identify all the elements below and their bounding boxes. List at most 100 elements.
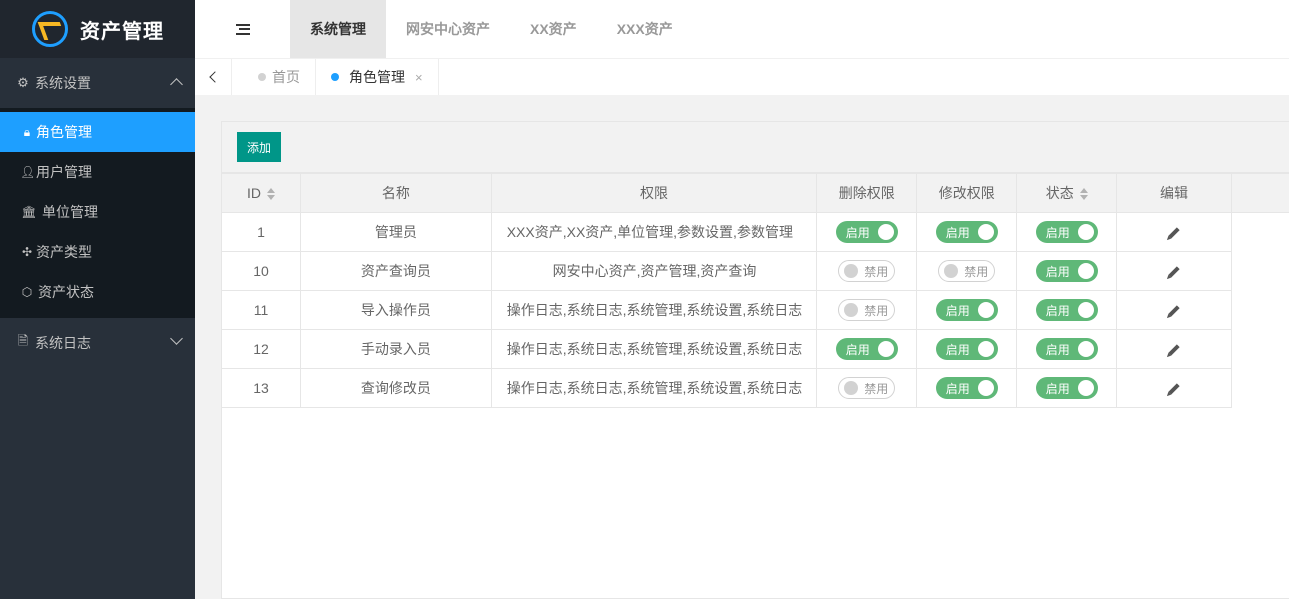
- status-toggle[interactable]: 启用: [1035, 221, 1098, 243]
- chevron-down-icon: [170, 332, 183, 345]
- mod-toggle[interactable]: 启用: [935, 299, 998, 321]
- user-icon: 👤︎: [20, 165, 36, 179]
- table-header-row: ID 名称 权限 删除权限 修改权限 状态 编辑: [222, 173, 1289, 213]
- top-header: 系统管理 网安中心资产 XX资产 XXX资产: [195, 0, 1289, 58]
- cell-name: 管理员: [300, 212, 492, 252]
- role-table-body: 1 管理员 XXX资产,XX资产,单位管理,参数设置,参数管理 启用 启用 启用 1…: [222, 212, 1289, 408]
- mod-toggle[interactable]: 禁用: [938, 260, 996, 282]
- top-tab-network-security-assets[interactable]: 网安中心资产: [386, 0, 510, 58]
- toggle-knob: [877, 341, 894, 357]
- cell-permissions: 网安中心资产,资产管理,资产查询: [490, 251, 818, 291]
- cell-edit: [1116, 290, 1232, 330]
- sidebar-item-asset-type[interactable]: ✣ 资产类型: [0, 232, 195, 272]
- edit-pencil-icon[interactable]: [1168, 227, 1180, 239]
- edit-pencil-icon[interactable]: [1168, 305, 1180, 317]
- edit-pencil-icon[interactable]: [1168, 344, 1180, 356]
- cell-id: 1: [222, 212, 302, 252]
- sidebar-item-label: 单位管理: [42, 204, 98, 220]
- toggle-knob: [844, 381, 859, 395]
- nav-group-system-settings[interactable]: ⚙ 系统设置: [0, 58, 195, 108]
- del-toggle[interactable]: 禁用: [838, 377, 896, 399]
- toggle-knob: [977, 341, 994, 357]
- column-header-edit: 编辑: [1116, 173, 1232, 213]
- del-toggle[interactable]: 启用: [835, 338, 898, 360]
- add-button[interactable]: 添加: [237, 132, 282, 162]
- tab-dot-icon: [331, 73, 339, 81]
- mod-toggle[interactable]: 启用: [935, 338, 998, 360]
- bank-icon: 🏛︎: [21, 205, 37, 219]
- tab-dot-icon: [258, 73, 266, 81]
- cell-permissions: 操作日志,系统日志,系统管理,系统设置,系统日志: [490, 290, 818, 330]
- file-icon: 🗎: [17, 333, 29, 348]
- cell-name: 资产查询员: [300, 251, 492, 291]
- role-table-card: 添加 ID 名称 权限 删除权限 修改权限 状态 编辑 1 管理员 XXX资产,XX…: [221, 121, 1289, 599]
- status-toggle[interactable]: 启用: [1035, 338, 1098, 360]
- toggle-knob: [1077, 224, 1094, 240]
- del-toggle[interactable]: 启用: [835, 221, 898, 243]
- edit-pencil-icon[interactable]: [1168, 266, 1180, 278]
- sort-icon[interactable]: [1079, 188, 1088, 201]
- column-header-delete-permission: 删除权限: [816, 173, 918, 213]
- mod-toggle[interactable]: 启用: [935, 377, 998, 399]
- sidebar: 资产管理 ⚙ 系统设置 🔒︎ 角色管理 👤︎ 用户管理 🏛︎ 单位管理 ✣ 资产…: [0, 0, 195, 599]
- top-tab-xx-assets[interactable]: XX资产: [510, 0, 597, 58]
- nav-group-label: 系统设置: [35, 75, 91, 91]
- del-toggle[interactable]: 禁用: [838, 260, 896, 282]
- column-header-status[interactable]: 状态: [1016, 173, 1118, 213]
- tabs-scroll-left-button[interactable]: [195, 59, 232, 95]
- table-row: 11 导入操作员 操作日志,系统日志,系统管理,系统设置,系统日志 禁用 启用 启用: [222, 290, 1289, 330]
- toggle-knob: [977, 380, 994, 396]
- cell-id: 11: [222, 290, 302, 330]
- cell-delete-permission: 禁用: [816, 290, 918, 330]
- cell-modify-permission: 禁用: [916, 251, 1018, 291]
- page-tab-label: 首页: [272, 69, 300, 85]
- cell-edit: [1116, 329, 1232, 369]
- table-row: 10 资产查询员 网安中心资产,资产管理,资产查询 禁用 禁用 启用: [222, 251, 1289, 291]
- cell-status: 启用: [1016, 329, 1118, 369]
- logo[interactable]: 资产管理: [0, 0, 195, 58]
- sort-icon[interactable]: [267, 188, 275, 201]
- gears-icon: ⚙: [17, 75, 29, 90]
- page-tab-home[interactable]: 首页: [232, 59, 316, 95]
- nav-group-label: 系统日志: [35, 335, 91, 351]
- cell-name: 导入操作员: [300, 290, 492, 330]
- cell-delete-permission: 启用: [816, 212, 918, 252]
- toggle-knob: [1077, 263, 1094, 279]
- cell-id: 13: [222, 368, 302, 408]
- edit-pencil-icon[interactable]: [1168, 383, 1180, 395]
- cell-permissions: XXX资产,XX资产,单位管理,参数设置,参数管理: [490, 212, 818, 252]
- toggle-knob: [977, 302, 994, 318]
- mod-toggle[interactable]: 启用: [935, 221, 998, 243]
- sidebar-item-label: 资产类型: [36, 244, 92, 260]
- close-icon[interactable]: ×: [415, 70, 423, 85]
- toggle-knob: [1077, 341, 1094, 357]
- cell-edit: [1116, 212, 1232, 252]
- toggle-knob: [844, 264, 859, 278]
- toggle-knob: [1077, 302, 1094, 318]
- menu-toggle-button[interactable]: [195, 0, 290, 58]
- nav-group-system-log[interactable]: 🗎 系统日志: [0, 318, 195, 368]
- cell-delete-permission: 禁用: [816, 251, 918, 291]
- chevron-left-icon: [208, 71, 221, 83]
- sidebar-item-label: 资产状态: [38, 284, 94, 300]
- del-toggle[interactable]: 禁用: [838, 299, 896, 321]
- table-toolbar: 添加: [222, 122, 1289, 173]
- sidebar-item-asset-status[interactable]: ⬡ 资产状态: [0, 272, 195, 312]
- app-logo-icon: [32, 11, 68, 47]
- table-row: 1 管理员 XXX资产,XX资产,单位管理,参数设置,参数管理 启用 启用 启用: [222, 212, 1289, 252]
- top-tab-xxx-assets[interactable]: XXX资产: [597, 0, 693, 58]
- cell-permissions: 操作日志,系统日志,系统管理,系统设置,系统日志: [490, 368, 818, 408]
- status-toggle[interactable]: 启用: [1035, 299, 1098, 321]
- cell-status: 启用: [1016, 368, 1118, 408]
- sidebar-item-unit-management[interactable]: 🏛︎ 单位管理: [0, 192, 195, 232]
- page-tab-role-management[interactable]: 角色管理 ×: [316, 59, 439, 95]
- app-title: 资产管理: [80, 20, 164, 43]
- column-header-id[interactable]: ID: [222, 173, 302, 213]
- sidebar-item-role-management[interactable]: 🔒︎ 角色管理: [0, 112, 195, 152]
- top-tab-system-management[interactable]: 系统管理: [290, 0, 386, 58]
- status-toggle[interactable]: 启用: [1035, 260, 1098, 282]
- sidebar-item-user-management[interactable]: 👤︎ 用户管理: [0, 152, 195, 192]
- status-toggle[interactable]: 启用: [1035, 377, 1098, 399]
- table-row: 13 查询修改员 操作日志,系统日志,系统管理,系统设置,系统日志 禁用 启用 启用: [222, 368, 1289, 408]
- cell-edit: [1116, 368, 1232, 408]
